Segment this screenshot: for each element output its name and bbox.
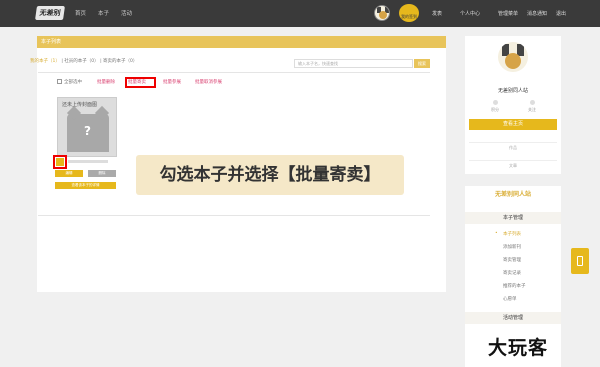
search-input[interactable]: 输入本子名，快速查找 xyxy=(294,59,413,68)
book-detail-button[interactable]: 查看该本子的详情 xyxy=(55,182,116,189)
edit-button[interactable]: 编辑 xyxy=(55,170,83,177)
book-subtabs: 我的本子（1） | 社员的本子（0） | 寄卖的本子（0） xyxy=(30,59,138,64)
logout-link[interactable]: 退出 xyxy=(556,10,566,17)
book-card-cover[interactable]: 还未上传封面图 ? xyxy=(57,97,117,157)
notifications-link[interactable]: 消息通知 xyxy=(527,10,547,17)
panel-title: 本子列表 xyxy=(37,36,446,48)
batch-cancel-exhibit-button[interactable]: 批量取消参展 xyxy=(195,79,222,85)
sidebar-item-wishlist[interactable]: 心愿单 xyxy=(503,296,517,302)
top-bar: 无差别 首页 本子 活动 我的签到 发表 个人中心 管理菜单 消息通知 退出 xyxy=(0,0,600,27)
sidebar-item-add-new[interactable]: 添加新刊 xyxy=(503,244,521,250)
checkbox-icon xyxy=(57,79,62,84)
book-title-placeholder xyxy=(68,160,108,163)
highlight-box xyxy=(53,155,67,169)
instruction-caption: 勾选本子并选择【批量寄卖】 xyxy=(136,155,404,195)
book-manage-heading: 本子管理 xyxy=(465,212,561,224)
nav-events[interactable]: 活动 xyxy=(121,9,132,17)
batch-exhibit-button[interactable]: 批量参展 xyxy=(163,79,181,85)
batch-delete-button[interactable]: 批量删除 xyxy=(97,79,115,85)
profile-name: 无差别同人站 xyxy=(497,88,528,94)
sidebar-item-consign-records[interactable]: 寄卖记录 xyxy=(503,270,521,276)
event-manage-heading: 活动管理 xyxy=(465,312,561,324)
tab-my-books[interactable]: 我的本子（1） xyxy=(30,59,60,64)
highlight-box xyxy=(125,77,156,88)
articles-link[interactable]: 文章 xyxy=(469,160,557,170)
cover-placeholder-text: 还未上传封面图 xyxy=(62,102,98,108)
follow-icon xyxy=(529,100,535,105)
nav-home[interactable]: 首页 xyxy=(75,9,86,17)
avatar[interactable] xyxy=(498,42,528,72)
profile-link[interactable]: 个人中心 xyxy=(460,10,480,17)
site-logo[interactable]: 无差别 xyxy=(35,6,65,20)
select-all-checkbox[interactable]: 全部选中 xyxy=(57,79,82,85)
view-homepage-button[interactable]: 查看主页 xyxy=(469,119,557,130)
tab-consigned-books[interactable]: 寄卖的本子（0） xyxy=(103,59,137,64)
phone-icon xyxy=(577,256,583,266)
profile-card: 无差别同人站 积分 关注 查看主页 作品 文章 xyxy=(465,36,561,174)
checkin-badge[interactable]: 我的签到 xyxy=(399,4,419,22)
sidebar-item-consign-manage[interactable]: 寄卖管理 xyxy=(503,257,521,263)
mobile-float-button[interactable] xyxy=(571,248,589,274)
divider xyxy=(38,72,430,73)
sidebar-item-book-list[interactable]: 本子列表 xyxy=(495,231,521,237)
placeholder-cat-icon: ? xyxy=(66,105,110,152)
tab-member-books[interactable]: 社员的本子（0） xyxy=(64,59,98,64)
watermark: 大玩客 xyxy=(488,337,549,359)
points-stat: 积分 xyxy=(480,100,510,113)
nav-books[interactable]: 本子 xyxy=(98,9,109,17)
search-button[interactable]: 搜索 xyxy=(414,59,430,68)
follow-stat: 关注 xyxy=(517,100,547,113)
sidebar-logo: 无差别同人站 xyxy=(494,191,531,198)
divider xyxy=(38,215,430,216)
avatar[interactable] xyxy=(374,5,390,21)
delete-button[interactable]: 删除 xyxy=(88,170,116,177)
points-icon xyxy=(492,100,498,105)
post-link[interactable]: 发表 xyxy=(432,10,442,17)
sidebar-item-recommended[interactable]: 推荐的本子 xyxy=(503,283,526,289)
works-link[interactable]: 作品 xyxy=(469,142,557,152)
manage-menu-link[interactable]: 管理菜单 xyxy=(498,10,518,17)
